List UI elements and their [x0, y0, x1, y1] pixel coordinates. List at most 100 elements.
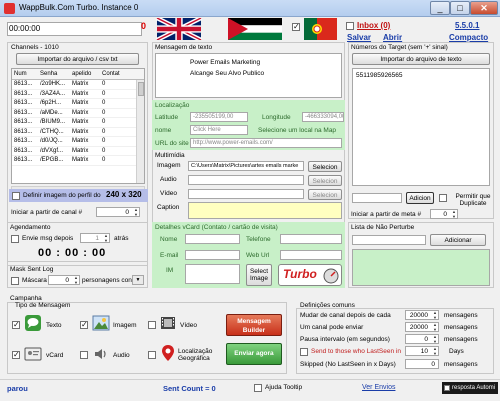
- setting-channel-limit-label: Um canal pode enviar: [300, 324, 364, 331]
- send-after-spinner[interactable]: 1: [80, 233, 110, 243]
- col-senha[interactable]: Senha: [38, 69, 70, 80]
- channel-row[interactable]: 8613... /aMDe... Matrix 0: [12, 109, 144, 118]
- per-contact-dropdown[interactable]: ▼: [132, 275, 144, 285]
- vcard-web-input[interactable]: [280, 250, 342, 260]
- close-button[interactable]: ✕: [470, 1, 498, 15]
- compact-link[interactable]: Compacto: [449, 33, 488, 42]
- col-contat[interactable]: Contat: [100, 69, 128, 80]
- blacklist-input[interactable]: [352, 235, 426, 245]
- type-image-checkbox[interactable]: [80, 320, 88, 329]
- channel-row[interactable]: 8613... /CTHQ... Matrix 0: [12, 128, 144, 137]
- setting-channel-limit-spinner[interactable]: 20000: [405, 322, 439, 332]
- message-textarea[interactable]: Power Emails Marketing Alcange Seu Alvo …: [155, 53, 342, 98]
- setting-lastseen-spinner[interactable]: 10: [405, 346, 439, 356]
- targets-import-button[interactable]: Importar do arquivo de texto: [352, 53, 490, 65]
- inbox-checkbox[interactable]: [346, 22, 354, 30]
- mask-spinner[interactable]: 0: [48, 275, 80, 285]
- auto-reply-toggle[interactable]: resposta Automi: [442, 382, 498, 394]
- channel-contacts: 0: [102, 138, 106, 144]
- setting-channel-switch-spinner[interactable]: 20000: [405, 310, 439, 320]
- vcard-email-input[interactable]: [185, 250, 240, 260]
- channel-contacts: 0: [102, 81, 106, 87]
- target-add-button[interactable]: Adicion: [406, 192, 434, 204]
- vcard-im-input[interactable]: [185, 264, 240, 284]
- url-label: URL do site: [155, 140, 189, 147]
- allow-duplicate-checkbox[interactable]: [439, 194, 447, 202]
- setting-channel-limit-unit: mensagens: [444, 324, 478, 331]
- inbox-link[interactable]: Inbox (0): [357, 21, 390, 30]
- setting-skipped-input[interactable]: 0: [405, 359, 439, 369]
- help-tooltip-checkbox[interactable]: [254, 384, 262, 392]
- caption-input[interactable]: [188, 202, 342, 219]
- start-meta-spinner[interactable]: 0: [430, 209, 458, 219]
- vcard-name-input[interactable]: [185, 234, 240, 244]
- maximize-button[interactable]: □: [450, 1, 470, 15]
- timer-display: 00:00:00: [9, 24, 41, 33]
- location-name-input[interactable]: Click Here: [190, 125, 248, 135]
- url-input[interactable]: http://www.power-emails.com/: [190, 138, 342, 148]
- uk-flag-icon[interactable]: [152, 16, 206, 42]
- type-vcard-checkbox[interactable]: [12, 350, 20, 359]
- send-now-button[interactable]: Enviar agora: [226, 343, 282, 365]
- schedule-clock: 00 : 00 : 00: [38, 247, 107, 259]
- channel-row[interactable]: 8613... /d0/JQ... Matrix 0: [12, 137, 144, 147]
- send-after-unit: atrás: [114, 235, 129, 242]
- channel-row[interactable]: 8613... /EPGB... Matrix 0: [12, 156, 144, 166]
- open-link[interactable]: Abrir: [383, 33, 402, 42]
- targets-textarea[interactable]: 5511985926565: [352, 68, 490, 186]
- audio-select-button[interactable]: Selecion: [308, 175, 342, 186]
- channels-import-button[interactable]: Importar do arquivo / csv txt: [16, 53, 139, 65]
- map-hint-link[interactable]: Selecione um local na Map: [258, 127, 336, 134]
- contact-card-icon: [24, 345, 42, 363]
- type-audio-checkbox[interactable]: [80, 351, 88, 359]
- longitude-input[interactable]: -466333094,00: [302, 112, 344, 122]
- latitude-input[interactable]: -235505199,00: [190, 112, 248, 122]
- vcard-phone-input[interactable]: [280, 234, 342, 244]
- image-select-button[interactable]: Selecion: [308, 161, 342, 172]
- setting-pause-spinner[interactable]: 0: [405, 334, 439, 344]
- longitude-label: Longitude: [262, 114, 291, 121]
- picture-icon: [92, 314, 110, 332]
- profile-image-checkbox[interactable]: [12, 192, 20, 200]
- save-link[interactable]: Salvar: [347, 33, 371, 42]
- setting-lastseen-label: Send to those who LastSeen in: [311, 348, 401, 355]
- send-after-checkbox[interactable]: [11, 235, 19, 243]
- channel-num: 8613...: [14, 119, 33, 125]
- channel-num: 8613...: [14, 90, 33, 97]
- portugal-flag-icon[interactable]: [304, 18, 337, 40]
- channel-row[interactable]: 8613... /BIUM9... Matrix 0: [12, 118, 144, 128]
- blacklist-add-button[interactable]: Adicionar: [430, 234, 486, 246]
- version-link[interactable]: 5.5.0.1: [455, 21, 479, 30]
- setting-pause-unit: mensagens: [444, 336, 478, 343]
- channel-row[interactable]: 8613... /6p2H... Matrix 0: [12, 99, 144, 109]
- blacklist-list[interactable]: [352, 249, 490, 286]
- channel-alias: Matrix: [72, 90, 89, 97]
- channel-password: /BIUM9...: [40, 119, 66, 125]
- type-text-checkbox[interactable]: [12, 320, 20, 329]
- setting-lastseen-checkbox[interactable]: [300, 348, 308, 356]
- col-apelido[interactable]: apelido: [70, 69, 100, 80]
- video-path-input[interactable]: [188, 189, 304, 199]
- vcard-phone-label: Telefone: [246, 236, 271, 243]
- mask-checkbox[interactable]: [11, 277, 19, 285]
- channel-row[interactable]: 8613... /dVXgf... Matrix 0: [12, 147, 144, 156]
- audio-path-input[interactable]: [188, 175, 304, 185]
- palestine-flag-icon[interactable]: [228, 18, 282, 40]
- schedule-title: Agendamento: [10, 224, 51, 231]
- type-location-checkbox[interactable]: [148, 351, 156, 359]
- start-channel-spinner[interactable]: 0: [96, 207, 140, 217]
- image-path-input[interactable]: C:\Users\Matrix\Pictures\artes emails ma…: [188, 161, 304, 171]
- channel-alias: Matrix: [72, 119, 89, 125]
- portugal-flag-checkbox[interactable]: [292, 22, 300, 31]
- message-builder-button[interactable]: Mensagem Builder: [226, 314, 282, 336]
- col-num[interactable]: Num: [12, 69, 38, 80]
- channel-row[interactable]: 8613... /2o9HK... Matrix 0: [12, 80, 144, 90]
- view-sends-link[interactable]: Ver Envios: [362, 384, 395, 391]
- type-video-checkbox[interactable]: [148, 321, 156, 329]
- video-select-button[interactable]: Selecion: [308, 189, 342, 200]
- channels-scrollbar[interactable]: [136, 80, 144, 183]
- vcard-select-image-button[interactable]: Select Image: [246, 264, 272, 286]
- target-add-input[interactable]: [352, 193, 402, 203]
- channel-row[interactable]: 8613... /3AZ4A... Matrix 0: [12, 90, 144, 99]
- minimize-button[interactable]: _: [430, 1, 450, 15]
